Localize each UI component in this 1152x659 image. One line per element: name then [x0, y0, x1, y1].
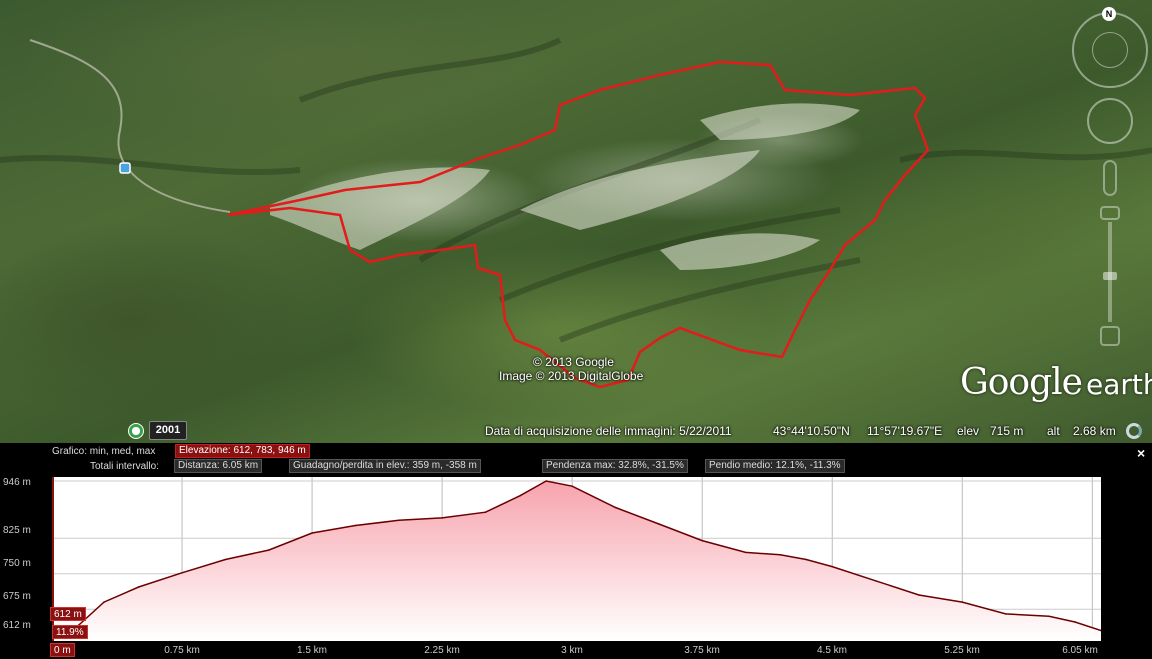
elevation-point	[1074, 621, 1076, 623]
x-tick-label: 4.5 km	[816, 645, 848, 656]
x-tick-label: 5.25 km	[944, 645, 980, 656]
altitude-value: 2.68 km	[1073, 424, 1116, 438]
distance-stat: Distanza: 6.05 km	[174, 459, 263, 473]
graph-label: Grafico: min, med, max	[52, 446, 156, 457]
elevation-point	[267, 549, 270, 551]
logo-earth-text: earth	[1085, 368, 1152, 401]
elevation-point	[484, 511, 487, 514]
road	[29, 39, 231, 213]
latitude: 43°44'10.50"N	[773, 424, 850, 438]
imagery-copyright: Image © 2013 DigitalGlobe	[499, 369, 644, 383]
x-tick-label: 1.5 km	[296, 645, 328, 656]
y-tick-label: 675 m	[3, 591, 31, 602]
logo-google-text: Google	[960, 362, 1083, 403]
elevation-point	[874, 580, 877, 582]
elevation-chart[interactable]	[52, 477, 1101, 641]
y-tick-label: 612 m	[3, 620, 31, 631]
status-bar: Data di acquisizione delle immagini: 5/2…	[0, 420, 1152, 442]
x-tick-label: 3 km	[561, 645, 583, 656]
elevation-chart-svg	[52, 477, 1101, 641]
google-copyright: © 2013 Google	[533, 355, 614, 369]
cursor-slope-tag: 11.9%	[52, 625, 88, 639]
move-control-ring[interactable]	[1087, 98, 1133, 144]
elevation-point	[397, 519, 400, 522]
elevation-point	[224, 558, 227, 561]
altitude-label: alt	[1047, 424, 1060, 438]
elevation-point	[519, 494, 521, 497]
place-marker-icon[interactable]	[119, 162, 131, 174]
zoom-out-icon[interactable]	[1100, 326, 1120, 346]
elevation-point	[779, 553, 782, 556]
elevation-stat: Elevazione: 612, 783, 946 m	[175, 444, 310, 458]
elevation-point	[961, 601, 964, 603]
cursor-elevation-tag: 612 m	[50, 607, 86, 621]
elevation-point	[805, 558, 808, 561]
longitude: 11°57'19.67"E	[867, 424, 943, 438]
elevation-point	[658, 523, 660, 525]
elevation-point	[1048, 615, 1050, 618]
totals-label: Totali intervallo:	[90, 461, 159, 472]
street-view-pegman-icon[interactable]	[1103, 160, 1117, 196]
google-earth-logo: Google earth	[960, 362, 1152, 403]
x-tick-label: 3.75 km	[684, 645, 720, 656]
streaming-status-icon	[1126, 423, 1142, 439]
zoom-in-icon[interactable]	[1100, 206, 1120, 220]
x-tick-label: 6.05 km	[1062, 645, 1098, 656]
elevation-point	[614, 506, 617, 509]
elevation-label: elev	[957, 424, 980, 438]
elevation-point	[918, 594, 920, 596]
elevation-point	[354, 524, 357, 527]
y-tick-label: 750 m	[3, 558, 31, 569]
y-tick-label: 946 m	[3, 477, 31, 488]
cursor-distance-tag: 0 m	[50, 643, 75, 657]
compass-north-icon[interactable]: N	[1102, 7, 1116, 21]
x-tick-label: 2.25 km	[424, 645, 460, 656]
elevation-point	[545, 480, 547, 482]
elevation-point	[103, 601, 105, 603]
y-tick-label: 825 m	[3, 525, 31, 536]
imagery-date: Data di acquisizione delle immagini: 5/2…	[485, 424, 732, 438]
elevation-point	[744, 551, 747, 554]
elevation-profile-panel: Grafico: min, med, max Elevazione: 612, …	[0, 443, 1152, 659]
avg-slope-stat: Pendio medio: 12.1%, -11.3%	[705, 459, 845, 473]
elevation-point	[311, 532, 313, 534]
elevation-point	[571, 485, 573, 488]
close-profile-button[interactable]: ×	[1137, 445, 1145, 461]
x-tick-label: 0.75 km	[164, 645, 200, 656]
bare-rock-patches	[270, 103, 860, 270]
elevation-value: 715 m	[990, 424, 1024, 438]
gain-loss-stat: Guadagno/perdita in elev.: 359 m, -358 m	[289, 459, 481, 473]
elevation-point	[831, 565, 834, 568]
zoom-slider-thumb[interactable]	[1103, 272, 1117, 280]
elevation-point	[1004, 613, 1007, 615]
max-slope-stat: Pendenza max: 32.8%, -31.5%	[542, 459, 688, 473]
elevation-point	[441, 517, 443, 519]
elevation-area	[52, 481, 1101, 641]
elevation-point	[701, 539, 704, 542]
elevation-point	[137, 586, 140, 588]
satellite-map-view[interactable]: © 2013 Google Image © 2013 DigitalGlobe …	[0, 0, 1152, 443]
look-joystick[interactable]	[1092, 32, 1128, 68]
elevation-point	[181, 571, 183, 574]
